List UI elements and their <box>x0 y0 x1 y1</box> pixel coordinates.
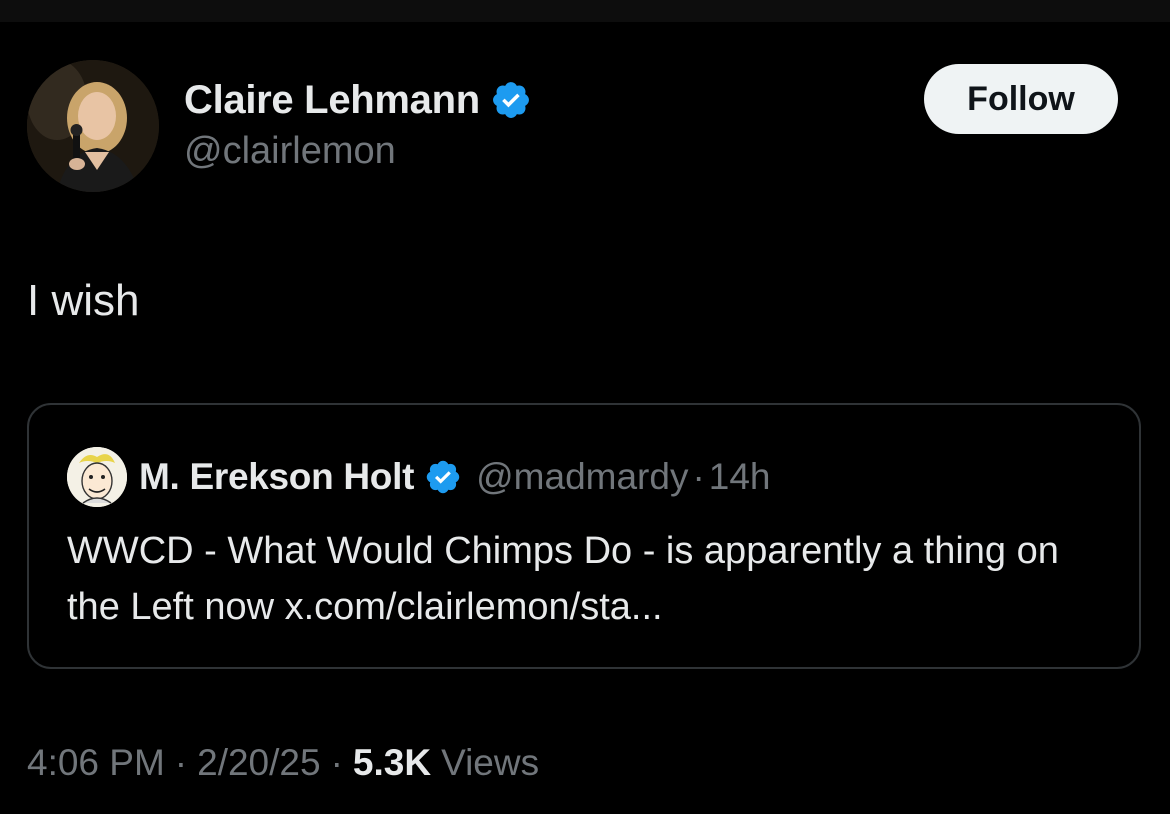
caricature-avatar-icon <box>67 447 127 507</box>
tweet-text: I wish <box>27 276 140 325</box>
author-handle[interactable]: @clairlemon <box>184 130 396 173</box>
verified-badge-icon[interactable] <box>490 79 532 121</box>
author-name[interactable]: Claire Lehmann <box>184 78 480 123</box>
views-label: Views <box>441 742 540 783</box>
quoted-tweet-text: WWCD - What Would Chimps Do - is apparen… <box>67 530 1059 628</box>
views-count[interactable]: 5.3K <box>353 742 431 784</box>
avatar-photo-icon <box>27 60 159 192</box>
separator-dot: · <box>330 742 343 783</box>
separator-dot: · <box>174 742 188 783</box>
quoted-author-handle[interactable]: @madmardy <box>476 456 688 498</box>
verified-badge-icon <box>426 460 460 494</box>
tweet-time[interactable]: 4:06 PM <box>27 742 165 784</box>
author-avatar[interactable] <box>27 60 159 192</box>
quoted-author-name[interactable]: M. Erekson Holt <box>139 456 414 498</box>
quoted-author-avatar[interactable] <box>67 447 127 507</box>
status-bar-strip <box>0 0 1170 22</box>
tweet-date[interactable]: 2/20/25 <box>197 742 320 784</box>
author-name-row: Claire Lehmann <box>184 74 532 126</box>
separator-dot: · <box>692 456 705 497</box>
quoted-tweet-header: M. Erekson Holt @madmardy · 14h <box>139 447 771 507</box>
quoted-tweet-card[interactable]: M. Erekson Holt @madmardy · 14h WWCD - W… <box>27 403 1141 669</box>
quoted-tweet-time[interactable]: 14h <box>709 456 771 498</box>
tweet-meta: 4:06 PM · 2/20/25 · 5.3K Views <box>27 742 539 784</box>
follow-button[interactable]: Follow <box>924 64 1118 134</box>
